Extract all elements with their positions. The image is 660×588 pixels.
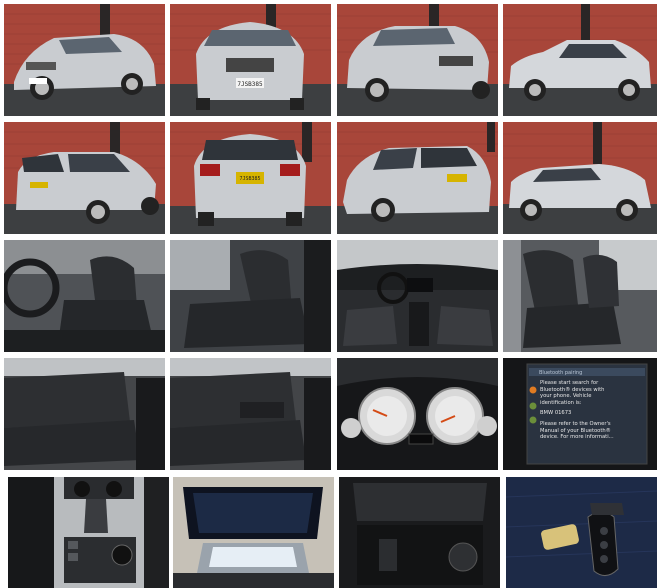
- screen-line: Manual of your Bluetooth®: [540, 427, 611, 434]
- screen-line: Please refer to the Owner's: [540, 420, 611, 427]
- key-fob-photo: [506, 477, 657, 588]
- gallery-thumb-driver-seat[interactable]: [4, 240, 165, 352]
- screen-line: device. For more informati...: [540, 434, 614, 441]
- info-icon: [529, 416, 537, 424]
- gallery-thumb-front-seats[interactable]: [503, 240, 657, 352]
- gallery-thumb-center-console[interactable]: [8, 477, 169, 588]
- gallery-thumb-rear[interactable]: 7JSB385: [170, 122, 331, 234]
- gallery-thumb-front[interactable]: 7JSB385: [170, 4, 331, 116]
- bluetooth-icon: [529, 386, 537, 394]
- vehicle-id: BMW 01673: [540, 410, 572, 417]
- gallery-thumb-front-right[interactable]: [337, 4, 498, 116]
- screen-line: identification is:: [540, 399, 582, 406]
- screen-message: Please start search for Bluetooth® devic…: [540, 380, 642, 441]
- gallery-thumb-right-side[interactable]: [503, 4, 657, 116]
- car-left-side-photo: [503, 122, 657, 234]
- dashboard-photo: [337, 240, 498, 352]
- screen-title: Bluetooth pairing: [539, 370, 583, 376]
- screen-line: Bluetooth® devices with: [540, 386, 605, 393]
- gallery-thumb-rear-right[interactable]: [337, 122, 498, 234]
- car-rear-photo: 7JSB385: [170, 122, 331, 234]
- car-front-photo: 7JSB385: [170, 4, 331, 116]
- center-console-photo: [8, 477, 169, 588]
- screen-line: Please start search for: [540, 380, 599, 386]
- gallery-thumb-dashboard[interactable]: [337, 240, 498, 352]
- rear-armrest-photo: [170, 358, 331, 470]
- screen-line: your phone. Vehicle: [540, 393, 592, 400]
- passenger-seat-photo: [170, 240, 331, 352]
- gallery-thumb-instrument-cluster[interactable]: [337, 358, 498, 470]
- front-plate-text: 7JSB385: [237, 81, 263, 88]
- instrument-cluster-photo: [337, 358, 498, 470]
- gallery-thumb-sunroof[interactable]: [173, 477, 334, 588]
- car-front-right-photo: [337, 4, 498, 116]
- front-seats-photo: [503, 240, 657, 352]
- gallery-thumb-storage[interactable]: [339, 477, 500, 588]
- gallery-thumb-left-side[interactable]: [503, 122, 657, 234]
- gallery-thumb-infotainment[interactable]: Bluetooth pairing Please start search fo…: [503, 358, 657, 470]
- car-rear-right-photo: [337, 122, 498, 234]
- car-right-side-photo: [503, 4, 657, 116]
- photo-gallery: 7JSB385 7JSB385 Bluetooth pairing Please…: [0, 0, 660, 588]
- gallery-thumb-passenger-seat[interactable]: [170, 240, 331, 352]
- car-rear-left-photo: [4, 122, 165, 234]
- gallery-thumb-key-fob[interactable]: [506, 477, 657, 588]
- rear-seats-photo: [4, 358, 165, 470]
- gallery-thumb-rear-left[interactable]: [4, 122, 165, 234]
- driver-seat-photo: [4, 240, 165, 352]
- gallery-thumb-front-left[interactable]: [4, 4, 165, 116]
- gallery-thumb-rear-armrest[interactable]: [170, 358, 331, 470]
- sunroof-photo: [173, 477, 334, 588]
- storage-compartment-photo: [339, 477, 500, 588]
- car-front-left-photo: [4, 4, 165, 116]
- gallery-thumb-rear-seats[interactable]: [4, 358, 165, 470]
- rear-plate-text: 7JSB385: [239, 176, 260, 182]
- phone-icon: [529, 402, 537, 410]
